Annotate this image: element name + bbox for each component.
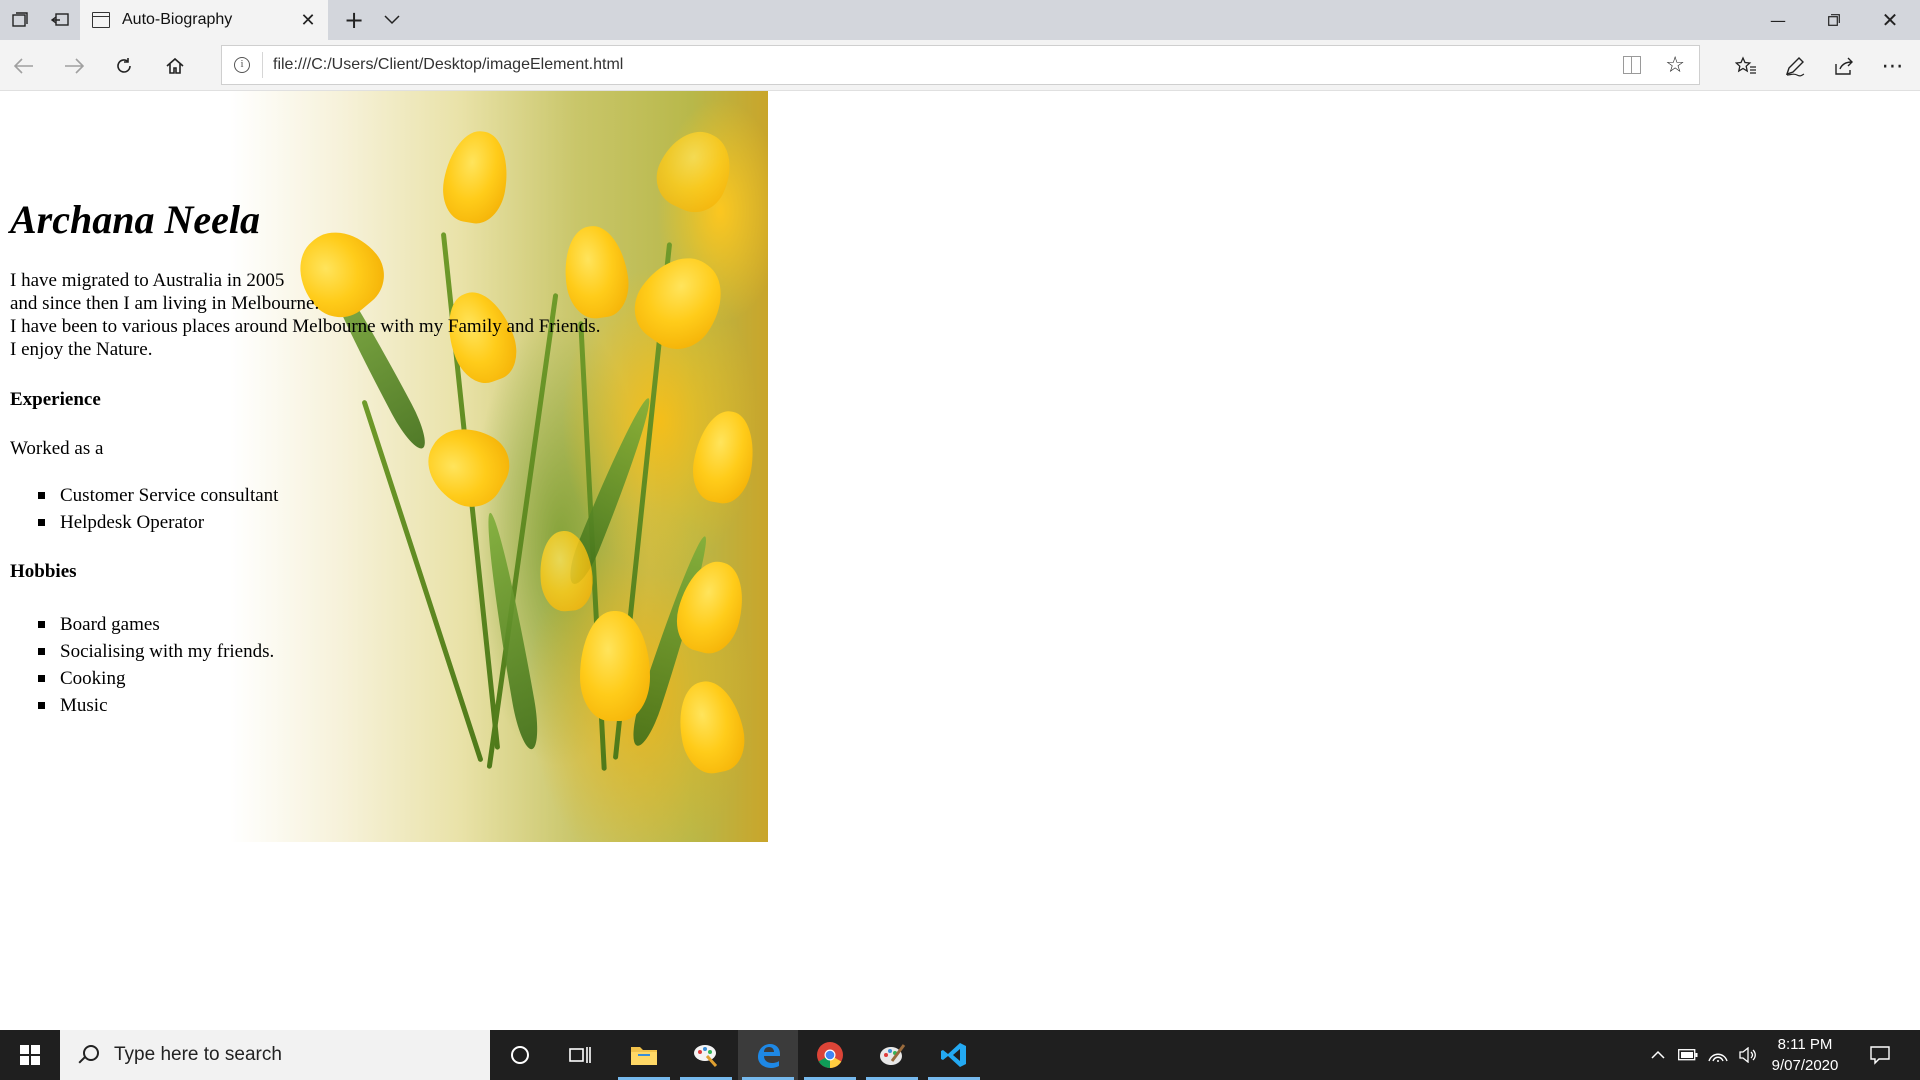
wifi-icon[interactable] (1703, 1030, 1733, 1080)
vscode-icon[interactable] (924, 1030, 984, 1080)
list-item: Helpdesk Operator (10, 509, 278, 536)
home-button[interactable] (155, 46, 195, 86)
more-options-icon[interactable]: ⋯ (1873, 46, 1913, 86)
url-text[interactable]: file:///C:/Users/Client/Desktop/imageEle… (273, 56, 1623, 74)
chrome-icon[interactable] (800, 1030, 860, 1080)
worked-as-text: Worked as a (10, 438, 104, 459)
chevron-up-icon[interactable] (1643, 1030, 1673, 1080)
paint-3d-icon[interactable] (676, 1030, 736, 1080)
favorite-star-icon[interactable]: ☆ (1665, 53, 1685, 78)
task-view-icon[interactable] (550, 1030, 610, 1080)
favorites-icon[interactable] (1726, 46, 1766, 86)
list-item: Cooking (10, 665, 274, 692)
restore-button[interactable] (1806, 0, 1862, 40)
windows-logo-icon (20, 1045, 40, 1065)
notifications-icon[interactable] (1860, 1030, 1900, 1080)
chevron-down-icon[interactable] (372, 0, 412, 40)
bio-line: I have been to various places around Mel… (10, 316, 601, 337)
refresh-button[interactable] (104, 46, 144, 86)
taskbar: Type here to search 8:11 PM 9/07/2020 (0, 1030, 1920, 1080)
bio-line: and since then I am living in Melbourne. (10, 293, 320, 314)
reading-view-icon[interactable] (1623, 56, 1642, 74)
tab-title: Auto-Biography (122, 11, 233, 28)
file-explorer-icon[interactable] (614, 1030, 674, 1080)
experience-heading: Experience (10, 389, 101, 410)
hobbies-list: Board games Socialising with my friends.… (10, 611, 274, 719)
page-title: Archana Neela (10, 197, 260, 242)
search-placeholder: Type here to search (114, 1044, 282, 1065)
page-icon (92, 12, 110, 28)
bio-line: I have migrated to Australia in 2005 (10, 270, 285, 291)
clock[interactable]: 8:11 PM 9/07/2020 (1760, 1034, 1850, 1076)
close-window-button[interactable]: ✕ (1862, 0, 1918, 40)
address-bar[interactable]: i file:///C:/Users/Client/Desktop/imageE… (221, 45, 1700, 85)
share-icon[interactable] (1824, 46, 1864, 86)
paint-icon[interactable] (862, 1030, 922, 1080)
start-button[interactable] (0, 1030, 60, 1080)
tab-auto-biography[interactable]: Auto-Biography ✕ (80, 0, 328, 40)
hobbies-heading: Hobbies (10, 561, 77, 582)
search-icon (74, 1041, 102, 1069)
tab-bar: Auto-Biography ✕ + — ✕ (0, 0, 1920, 40)
page-viewport: Archana Neela I have migrated to Austral… (0, 91, 1920, 1030)
battery-icon[interactable] (1673, 1030, 1703, 1080)
bio-paragraph: I have migrated to Australia in 2005 and… (10, 269, 600, 361)
info-icon[interactable]: i (234, 57, 250, 73)
list-item: Customer Service consultant (10, 482, 278, 509)
set-aside-tabs-icon[interactable] (0, 0, 40, 40)
cortana-icon[interactable] (490, 1030, 550, 1080)
divider (262, 52, 263, 78)
pen-icon[interactable] (1775, 46, 1815, 86)
new-tab-button[interactable]: + (334, 0, 374, 40)
taskbar-search[interactable]: Type here to search (60, 1030, 490, 1080)
minimize-button[interactable]: — (1750, 0, 1806, 40)
experience-list: Customer Service consultant Helpdesk Ope… (10, 482, 278, 536)
bio-line: I enjoy the Nature. (10, 339, 153, 360)
edge-browser-icon[interactable] (738, 1030, 798, 1080)
forward-button[interactable] (54, 46, 94, 86)
volume-icon[interactable] (1733, 1030, 1763, 1080)
list-item: Board games (10, 611, 274, 638)
navigation-bar: i file:///C:/Users/Client/Desktop/imageE… (0, 40, 1920, 91)
list-item: Music (10, 692, 274, 719)
restore-tabs-icon[interactable] (40, 0, 80, 40)
back-button[interactable] (4, 46, 44, 86)
list-item: Socialising with my friends. (10, 638, 274, 665)
clock-time: 8:11 PM (1777, 1036, 1833, 1053)
clock-date: 9/07/2020 (1771, 1057, 1839, 1074)
close-tab-icon[interactable]: ✕ (294, 6, 322, 34)
